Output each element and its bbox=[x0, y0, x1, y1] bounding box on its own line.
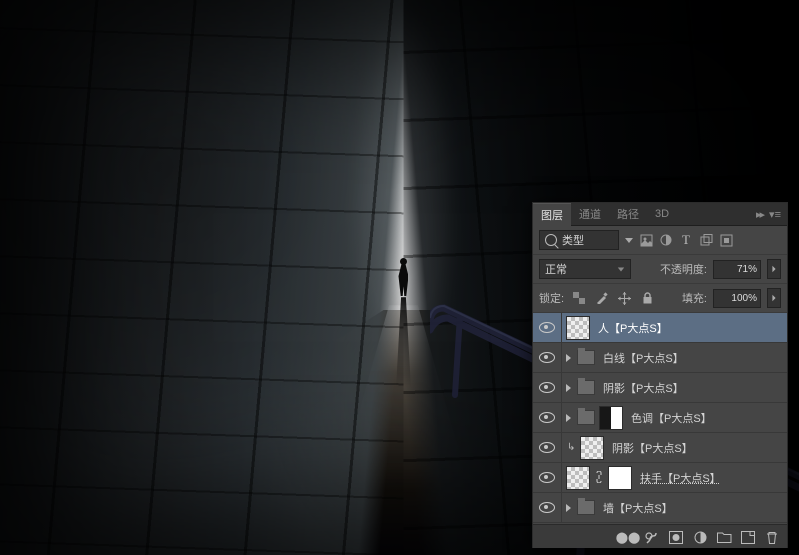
layer-thumbnail bbox=[566, 466, 590, 490]
layer-name: 扶手【P大点S】 bbox=[640, 470, 721, 486]
opacity-input[interactable]: 71% bbox=[713, 260, 761, 279]
fill-slider[interactable] bbox=[767, 288, 781, 308]
layer-row[interactable]: 墙【P大点S】 bbox=[533, 493, 787, 523]
adjustment-layer-button[interactable] bbox=[689, 528, 711, 546]
layer-mask-thumbnail bbox=[608, 466, 632, 490]
eye-icon bbox=[539, 322, 555, 333]
tab-paths[interactable]: 路径 bbox=[609, 203, 647, 225]
visibility-toggle[interactable] bbox=[533, 433, 562, 462]
layer-body[interactable]: 阴影【P大点S】 bbox=[562, 373, 787, 402]
layer-row[interactable]: 色调【P大点S】 bbox=[533, 403, 787, 433]
visibility-toggle[interactable] bbox=[533, 463, 562, 492]
panel-menu-icon[interactable]: ▾≡ bbox=[769, 208, 781, 221]
tab-channels[interactable]: 通道 bbox=[571, 203, 609, 225]
filter-kind-select[interactable]: 类型 bbox=[539, 230, 619, 250]
fill-input[interactable]: 100% bbox=[713, 289, 761, 308]
layer-body[interactable]: 白线【P大点S】 bbox=[562, 343, 787, 372]
layer-body[interactable]: 色调【P大点S】 bbox=[562, 403, 787, 432]
panel-footer: ⬤⬤ bbox=[533, 524, 787, 548]
filter-adjust-icon[interactable] bbox=[659, 233, 673, 247]
layer-body[interactable]: 人【P大点S】 bbox=[562, 313, 787, 342]
eye-icon bbox=[539, 352, 555, 363]
filter-kind-label: 类型 bbox=[562, 232, 584, 248]
new-group-button[interactable] bbox=[713, 528, 735, 546]
eye-icon bbox=[539, 502, 555, 513]
search-icon bbox=[545, 234, 557, 246]
layer-thumbnail bbox=[566, 316, 590, 340]
layer-thumbnail bbox=[580, 436, 604, 460]
fill-label: 填充: bbox=[682, 290, 707, 306]
filter-text-icon[interactable]: T bbox=[679, 233, 693, 247]
lock-row: 锁定: 填充: 100% bbox=[533, 284, 787, 313]
lock-position-icon[interactable] bbox=[616, 290, 633, 307]
human-figure bbox=[396, 258, 410, 298]
collapse-icon[interactable]: ▸▸ bbox=[756, 208, 763, 221]
blend-row: 正常 不透明度: 71% bbox=[533, 255, 787, 284]
filter-shape-icon[interactable] bbox=[699, 233, 713, 247]
folder-icon bbox=[577, 380, 595, 395]
folder-icon bbox=[577, 410, 595, 425]
visibility-toggle[interactable] bbox=[533, 343, 562, 372]
layer-name: 阴影【P大点S】 bbox=[603, 380, 684, 396]
folder-icon bbox=[577, 500, 595, 515]
visibility-toggle[interactable] bbox=[533, 403, 562, 432]
opacity-label: 不透明度: bbox=[660, 261, 707, 277]
eye-icon bbox=[539, 382, 555, 393]
layer-name: 人【P大点S】 bbox=[598, 320, 668, 336]
clip-icon: ↳ bbox=[567, 442, 575, 453]
folder-icon bbox=[577, 350, 595, 365]
lock-all-icon[interactable] bbox=[639, 290, 656, 307]
layer-name: 墙【P大点S】 bbox=[603, 500, 673, 516]
layer-mask-button[interactable] bbox=[665, 528, 687, 546]
layer-name: 白线【P大点S】 bbox=[603, 350, 684, 366]
filter-row: 类型 T bbox=[533, 226, 787, 255]
layer-row[interactable]: ↳ 阴影【P大点S】 bbox=[533, 433, 787, 463]
blend-mode-value: 正常 bbox=[545, 261, 567, 277]
new-layer-button[interactable] bbox=[737, 528, 759, 546]
layer-mask-thumbnail bbox=[599, 406, 623, 430]
layer-row[interactable]: 白线【P大点S】 bbox=[533, 343, 787, 373]
layer-row[interactable]: 阴影【P大点S】 bbox=[533, 373, 787, 403]
disclosure-triangle-icon[interactable] bbox=[566, 504, 571, 512]
layer-row[interactable]: 人【P大点S】 bbox=[533, 313, 787, 343]
layers-panel: 图层 通道 路径 3D ▸▸ ▾≡ 类型 T 正常 不透明度: 71% bbox=[532, 202, 788, 548]
disclosure-triangle-icon[interactable] bbox=[566, 384, 571, 392]
chevron-right-icon bbox=[772, 266, 775, 272]
tab-layers[interactable]: 图层 bbox=[533, 203, 571, 226]
disclosure-triangle-icon[interactable] bbox=[566, 354, 571, 362]
blend-mode-select[interactable]: 正常 bbox=[539, 259, 631, 279]
opacity-slider[interactable] bbox=[767, 259, 781, 279]
layer-body[interactable]: 扶手【P大点S】 bbox=[562, 463, 787, 492]
layer-body[interactable]: ↳ 阴影【P大点S】 bbox=[562, 433, 787, 462]
eye-icon bbox=[539, 472, 555, 483]
visibility-toggle[interactable] bbox=[533, 493, 562, 522]
delete-layer-button[interactable] bbox=[761, 528, 783, 546]
filter-smart-icon[interactable] bbox=[719, 233, 733, 247]
tab-3d[interactable]: 3D bbox=[647, 203, 677, 225]
lock-pixels-icon[interactable] bbox=[593, 290, 610, 307]
link-layers-button[interactable]: ⬤⬤ bbox=[617, 528, 639, 546]
disclosure-triangle-icon[interactable] bbox=[566, 414, 571, 422]
chevron-right-icon bbox=[772, 295, 775, 301]
filter-pixel-icon[interactable] bbox=[639, 233, 653, 247]
layer-list: 人【P大点S】白线【P大点S】阴影【P大点S】色调【P大点S】↳阴影【P大点S】… bbox=[533, 313, 787, 523]
layer-body[interactable]: 墙【P大点S】 bbox=[562, 493, 787, 522]
eye-icon bbox=[539, 442, 555, 453]
chevron-down-icon[interactable] bbox=[625, 238, 633, 243]
layer-style-button[interactable] bbox=[641, 528, 663, 546]
link-icon bbox=[595, 471, 603, 485]
layer-name: 色调【P大点S】 bbox=[631, 410, 712, 426]
lock-label: 锁定: bbox=[539, 290, 564, 306]
lock-transparent-icon[interactable] bbox=[570, 290, 587, 307]
visibility-toggle[interactable] bbox=[533, 373, 562, 402]
eye-icon bbox=[539, 412, 555, 423]
visibility-toggle[interactable] bbox=[533, 313, 562, 342]
panel-tabs: 图层 通道 路径 3D ▸▸ ▾≡ bbox=[533, 203, 787, 226]
chevron-down-icon bbox=[618, 267, 624, 271]
layer-name: 阴影【P大点S】 bbox=[612, 440, 693, 456]
layer-row[interactable]: 扶手【P大点S】 bbox=[533, 463, 787, 493]
